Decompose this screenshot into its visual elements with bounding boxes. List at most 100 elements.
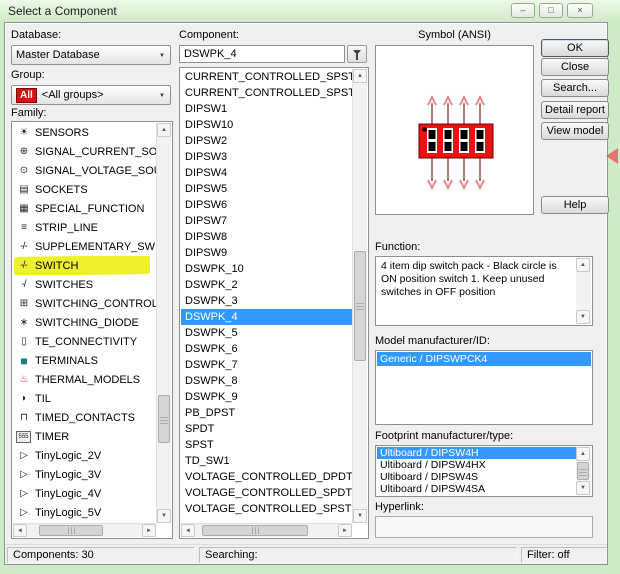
component-item[interactable]: VOLTAGE_CONTROLLED_DPDT (181, 469, 352, 485)
family-item-timed_contacts[interactable]: ⊓ TIMED_CONTACTS (13, 408, 156, 427)
family-vertical-scrollbar[interactable]: ▲ ▼ (156, 123, 171, 523)
group-dropdown[interactable]: All <All groups> ▼ (11, 85, 171, 105)
scroll-up-icon[interactable]: ▲ (353, 69, 367, 83)
component-item[interactable]: CURRENT_CONTROLLED_SPST (181, 69, 352, 85)
footprint-item[interactable]: Ultiboard / DIPSW4S (377, 471, 576, 483)
footprint-scrollbar[interactable]: ▲ ▼ (576, 447, 591, 495)
component-item[interactable]: DIPSW6 (181, 197, 352, 213)
component-item[interactable]: DIPSW7 (181, 213, 352, 229)
family-item-tinylogic_2v[interactable]: ▷ TinyLogic_2V (13, 446, 156, 465)
component-item[interactable]: DSWPK_4 (181, 309, 352, 325)
component-scroll-thumb[interactable] (354, 250, 366, 361)
component-item[interactable]: DSWPK_7 (181, 357, 352, 373)
component-item[interactable]: SPDT (181, 421, 352, 437)
family-item-te_connectivity[interactable]: ▯ TE_CONNECTIVITY (13, 332, 156, 351)
footprint-scroll-thumb[interactable] (577, 462, 589, 480)
hyperlink-label: Hyperlink: (375, 501, 424, 513)
scroll-right-icon[interactable]: ► (338, 524, 352, 537)
thermometer-icon: ♨ (19, 373, 29, 385)
scroll-right-icon[interactable]: ► (142, 524, 156, 537)
component-item[interactable]: DIPSW5 (181, 181, 352, 197)
family-scroll-thumb[interactable] (158, 395, 170, 443)
component-item[interactable]: DSWPK_5 (181, 325, 352, 341)
family-item-switching_diode[interactable]: ∗ SWITCHING_DIODE (13, 313, 156, 332)
database-dropdown[interactable]: Master Database ▼ (11, 45, 171, 65)
family-item-thermal_models[interactable]: ♨ THERMAL_MODELS (13, 370, 156, 389)
component-item[interactable]: DSWPK_6 (181, 341, 352, 357)
component-horizontal-scrollbar[interactable]: ◄ ► (181, 523, 352, 537)
footprint-item[interactable]: Ultiboard / DIPSW4SA (377, 483, 576, 495)
family-item-special_function[interactable]: ▦ SPECIAL_FUNCTION (13, 199, 156, 218)
component-item[interactable]: DSWPK_8 (181, 373, 352, 389)
family-item-til[interactable]: ◗ TIL (13, 389, 156, 408)
component-item[interactable]: SPST (181, 437, 352, 453)
close-button[interactable]: × (567, 3, 593, 18)
family-item-switch[interactable]: -/- SWITCH (13, 256, 156, 275)
supplementary-switch-icon: -/- (20, 240, 27, 252)
component-item[interactable]: TD_SW1 (181, 453, 352, 469)
component-item[interactable]: DSWPK_9 (181, 389, 352, 405)
family-item-timer[interactable]: 555 TIMER (13, 427, 156, 446)
component-item[interactable]: DIPSW2 (181, 133, 352, 149)
titlebar[interactable]: Select a Component – □ × (0, 0, 620, 22)
view-model-button[interactable]: View model (541, 122, 609, 140)
footprint-item[interactable]: Ultiboard / DIPSW4H (377, 447, 576, 459)
family-item-tinylogic_5v[interactable]: ▷ TinyLogic_5V (13, 503, 156, 522)
scroll-up-icon[interactable]: ▲ (576, 258, 590, 272)
hyperlink-field[interactable] (375, 516, 593, 538)
family-item-strip_line[interactable]: ≡ STRIP_LINE (13, 218, 156, 237)
ok-button[interactable]: OK (541, 39, 609, 57)
minimize-button[interactable]: – (511, 3, 535, 18)
family-hscroll-thumb[interactable] (38, 525, 104, 536)
scroll-left-icon[interactable]: ◄ (13, 524, 27, 537)
component-item[interactable]: CURRENT_CONTROLLED_SPST_ANIMA (181, 85, 352, 101)
component-input[interactable] (179, 45, 345, 63)
family-item-signal_current_sourc[interactable]: ⊕ SIGNAL_CURRENT_SOURC (13, 142, 156, 161)
family-item-sockets[interactable]: ▤ SOCKETS (13, 180, 156, 199)
maximize-button[interactable]: □ (539, 3, 563, 18)
family-item-switches[interactable]: -/ SWITCHES (13, 275, 156, 294)
component-item[interactable]: DSWPK_3 (181, 293, 352, 309)
filter-button[interactable] (347, 45, 367, 63)
family-item-switching_controller[interactable]: ⊞ SWITCHING_CONTROLLER (13, 294, 156, 313)
scroll-up-icon[interactable]: ▲ (576, 447, 590, 461)
component-item[interactable]: DSWPK_2 (181, 277, 352, 293)
function-scrollbar[interactable]: ▲ ▼ (576, 258, 591, 324)
component-item[interactable]: DIPSW8 (181, 229, 352, 245)
component-item[interactable]: DIPSW9 (181, 245, 352, 261)
window-title: Select a Component (8, 4, 117, 18)
scroll-down-icon[interactable]: ▼ (353, 509, 367, 523)
component-hscroll-thumb[interactable] (201, 525, 308, 536)
close-dialog-button[interactable]: Close (541, 58, 609, 76)
component-item[interactable]: DIPSW4 (181, 165, 352, 181)
component-item[interactable]: VOLTAGE_CONTROLLED_SPDT (181, 485, 352, 501)
component-item[interactable]: DSWPK_10 (181, 261, 352, 277)
component-vertical-scrollbar[interactable]: ▲ ▼ (352, 69, 367, 523)
scroll-up-icon[interactable]: ▲ (157, 123, 171, 137)
scroll-down-icon[interactable]: ▼ (576, 481, 590, 495)
switches-icon: -/ (21, 278, 26, 290)
model-item[interactable]: Generic / DIPSWPCK4 (377, 352, 591, 366)
family-item-tinylogic_3v[interactable]: ▷ TinyLogic_3V (13, 465, 156, 484)
family-item-terminals[interactable]: ■ TERMINALS (13, 351, 156, 370)
detail-report-button[interactable]: Detail report (541, 101, 609, 119)
family-horizontal-scrollbar[interactable]: ◄ ► (13, 523, 156, 537)
family-item-label: THERMAL_MODELS (35, 373, 141, 386)
footprint-item[interactable]: Ultiboard / DIPSW4HX (377, 459, 576, 471)
scroll-left-icon[interactable]: ◄ (181, 524, 195, 537)
scroll-down-icon[interactable]: ▼ (576, 310, 590, 324)
help-button[interactable]: Help (541, 196, 609, 214)
chevron-down-icon: ▼ (159, 93, 165, 99)
component-item[interactable]: PB_DPST (181, 405, 352, 421)
family-item-supplementary_switchi[interactable]: -/- SUPPLEMENTARY_SWITCHI (13, 237, 156, 256)
family-item-label: TIMER (35, 430, 70, 443)
family-item-sensors[interactable]: ☀ SENSORS (13, 123, 156, 142)
family-item-signal_voltage_source[interactable]: ⊙ SIGNAL_VOLTAGE_SOURCE (13, 161, 156, 180)
family-item-tinylogic_4v[interactable]: ▷ TinyLogic_4V (13, 484, 156, 503)
search-button[interactable]: Search... (541, 79, 609, 97)
component-item[interactable]: DIPSW3 (181, 149, 352, 165)
component-item[interactable]: VOLTAGE_CONTROLLED_SPST (181, 501, 352, 517)
component-item[interactable]: DIPSW10 (181, 117, 352, 133)
scroll-down-icon[interactable]: ▼ (157, 509, 171, 523)
component-item[interactable]: DIPSW1 (181, 101, 352, 117)
